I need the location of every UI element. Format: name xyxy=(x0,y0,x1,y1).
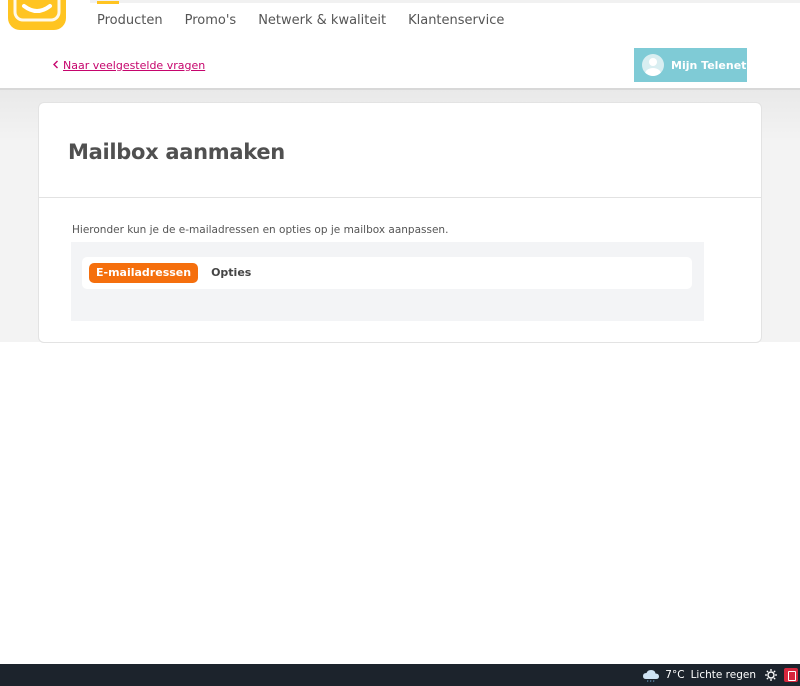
tab-opties[interactable]: Opties xyxy=(204,263,258,283)
cloud-rain-icon[interactable] xyxy=(642,668,660,682)
back-to-faq-link[interactable]: Naar veelgestelde vragen xyxy=(52,59,205,72)
user-avatar-icon xyxy=(642,54,664,76)
weather-temperature[interactable]: 7°C xyxy=(665,669,684,681)
telenet-logo[interactable] xyxy=(8,0,66,30)
page-title: Mailbox aanmaken xyxy=(68,140,285,164)
main-nav: Producten Promo's Netwerk & kwaliteit Kl… xyxy=(97,1,526,28)
intro-text: Hieronder kun je de e-mailadressen en op… xyxy=(72,224,449,236)
tab-bar: E-mailadressen Opties xyxy=(82,257,692,289)
nav-item-netwerk-kwaliteit[interactable]: Netwerk & kwaliteit xyxy=(258,13,386,28)
nav-item-producten[interactable]: Producten xyxy=(97,1,163,28)
chevron-left-icon xyxy=(52,59,59,72)
smile-logo-icon xyxy=(13,0,61,22)
nav-item-promos[interactable]: Promo's xyxy=(185,13,237,28)
header-top-line xyxy=(90,0,800,3)
mailbox-card: Mailbox aanmaken Hieronder kun je de e-m… xyxy=(38,102,762,343)
card-divider xyxy=(39,197,761,198)
settings-gear-icon[interactable] xyxy=(764,668,778,682)
nav-item-klantenservice[interactable]: Klantenservice xyxy=(408,13,504,28)
site-header: Producten Promo's Netwerk & kwaliteit Kl… xyxy=(0,0,800,90)
tabs-panel: E-mailadressen Opties xyxy=(71,242,704,321)
mijn-telenet-label: Mijn Telenet xyxy=(671,58,747,72)
tray-app-icon[interactable] xyxy=(784,668,798,682)
weather-condition[interactable]: Lichte regen xyxy=(691,669,756,681)
mijn-telenet-button[interactable]: Mijn Telenet xyxy=(634,48,747,82)
system-tray: 7°C Lichte regen xyxy=(642,664,800,686)
tab-e-mailadressen[interactable]: E-mailadressen xyxy=(89,263,199,283)
back-link-label: Naar veelgestelde vragen xyxy=(63,59,206,72)
windows-taskbar: 7°C Lichte regen xyxy=(0,664,800,686)
